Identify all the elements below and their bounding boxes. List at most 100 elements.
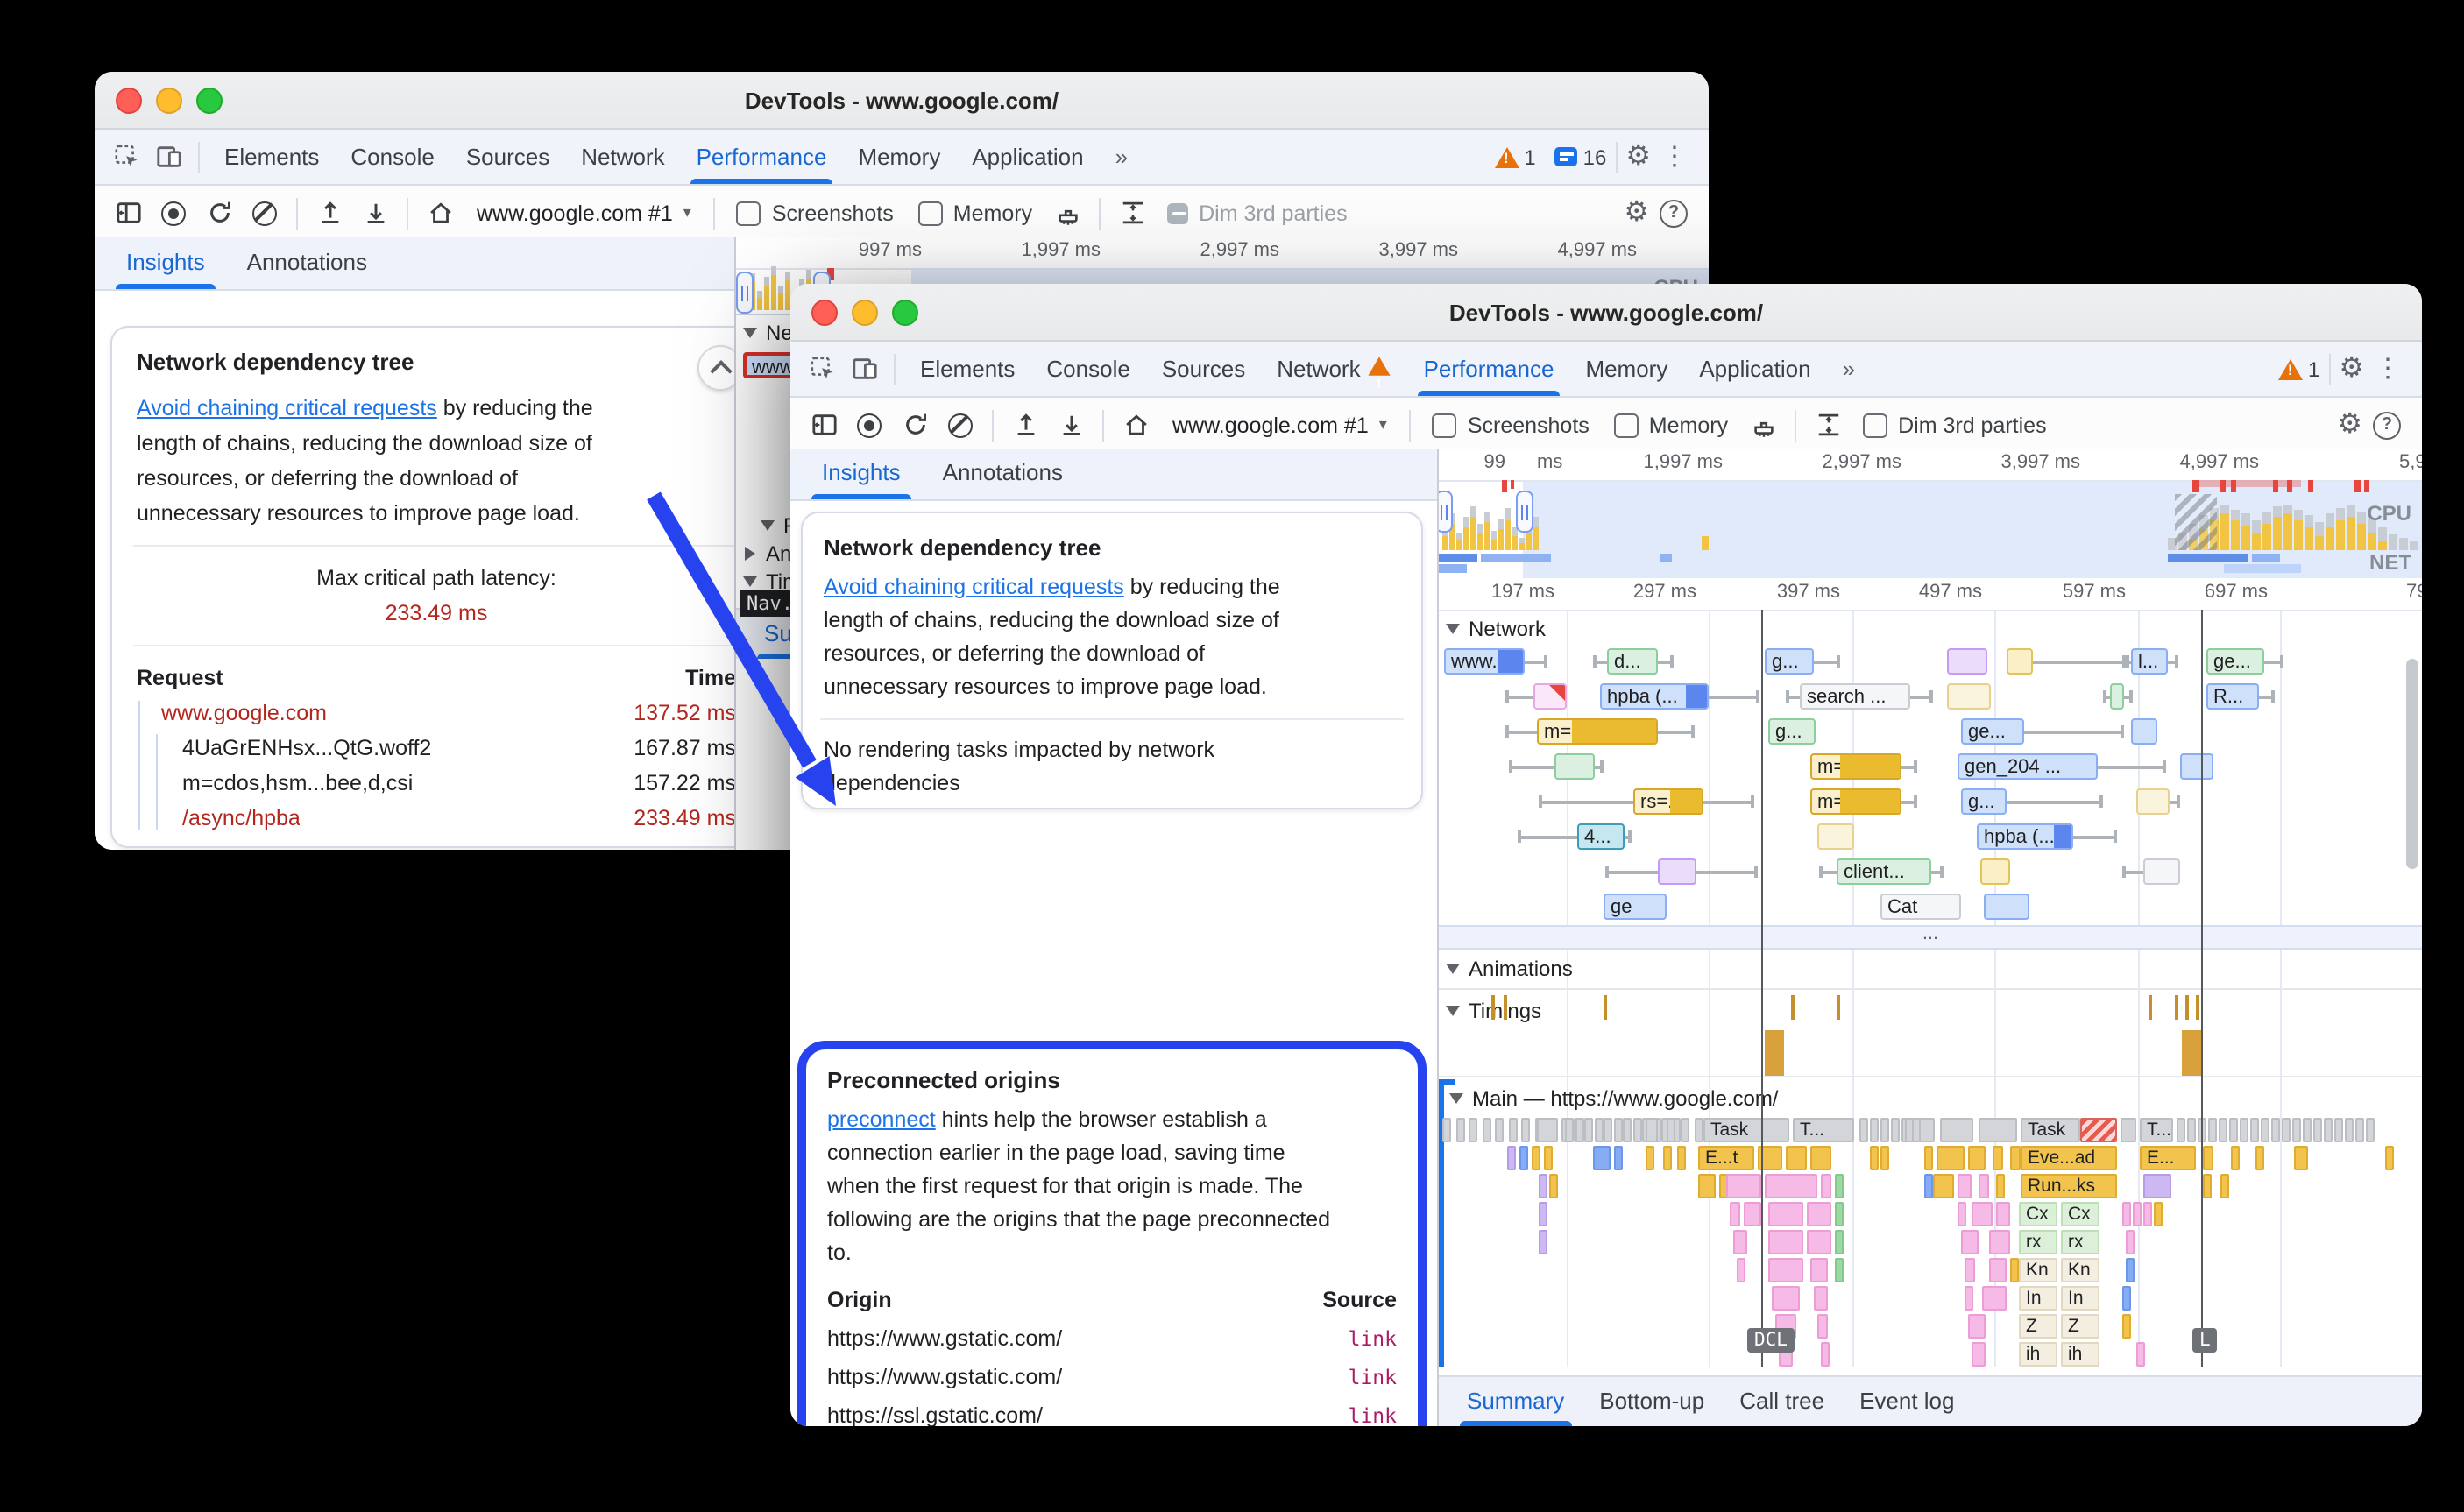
flame-segment[interactable] xyxy=(1807,1202,1831,1226)
network-request[interactable]: www.g... xyxy=(1444,648,1525,675)
dim-3rd-parties-checkbox[interactable]: Dim 3rd parties xyxy=(1863,413,2047,437)
flame-segment[interactable] xyxy=(1575,1118,1583,1142)
flame-segment[interactable] xyxy=(2219,1118,2227,1142)
flame-segment[interactable] xyxy=(1972,1342,1986,1367)
device-toolbar-icon[interactable] xyxy=(147,136,189,178)
network-request[interactable]: hpba (... xyxy=(1977,823,2073,850)
flame-segment[interactable] xyxy=(1508,1118,1517,1142)
flame-segment[interactable] xyxy=(1613,1118,1622,1142)
flame-segment[interactable] xyxy=(1733,1230,1747,1254)
flame-segment[interactable] xyxy=(1594,1118,1603,1142)
kebab-menu-icon[interactable]: ⋮ xyxy=(1651,144,1698,170)
flame-segment[interactable] xyxy=(2143,1174,2171,1198)
record-button[interactable] xyxy=(151,192,196,234)
titlebar[interactable]: DevTools - www.google.com/ xyxy=(790,284,2422,342)
record-button[interactable] xyxy=(846,404,892,446)
network-request[interactable] xyxy=(2131,718,2157,745)
flame-segment[interactable] xyxy=(1870,1118,1879,1142)
save-profile-button[interactable] xyxy=(352,192,398,234)
help-icon[interactable]: ? xyxy=(1660,199,1688,227)
flame-segment[interactable] xyxy=(1989,1258,2007,1282)
flame-segment[interactable] xyxy=(1972,1202,1993,1226)
network-request[interactable]: m=s... xyxy=(1810,753,1901,780)
flame-segment[interactable] xyxy=(1768,1230,1803,1254)
tab-performance[interactable]: Performance xyxy=(681,131,843,183)
flame-segment[interactable] xyxy=(1786,1146,1807,1170)
network-request[interactable]: ge xyxy=(1604,894,1667,920)
flame-segment[interactable] xyxy=(2187,1118,2196,1142)
flame-segment[interactable] xyxy=(2366,1118,2375,1142)
flame-segment[interactable]: Task xyxy=(1703,1118,1789,1142)
tab-memory[interactable]: Memory xyxy=(1569,343,1683,395)
network-request[interactable] xyxy=(1533,683,1567,710)
flame-segment[interactable] xyxy=(2313,1118,2322,1142)
main-track-header[interactable]: Main — https://www.google.com/ xyxy=(1449,1086,1779,1111)
animations-track-header[interactable]: Animations xyxy=(1446,957,1573,981)
flame-segment[interactable] xyxy=(2255,1146,2264,1170)
network-request[interactable] xyxy=(1817,823,1854,850)
reload-and-record-button[interactable] xyxy=(196,192,242,234)
flame-segment[interactable] xyxy=(2292,1118,2301,1142)
flame-segment[interactable] xyxy=(1979,1174,1989,1198)
table-row[interactable]: m=cdos,hsm...bee,d,csi157.22 ms xyxy=(161,766,736,801)
flame-segment[interactable] xyxy=(1667,1118,1675,1142)
minimize-button[interactable] xyxy=(852,300,878,326)
flame-segment[interactable] xyxy=(2126,1258,2135,1282)
bottom-tab-call-tree[interactable]: Call tree xyxy=(1722,1378,1842,1425)
flame-segment[interactable] xyxy=(1961,1230,1979,1254)
tab-performance[interactable]: Performance xyxy=(1408,343,1570,395)
flame-segment[interactable] xyxy=(2324,1118,2333,1142)
flame-segment[interactable] xyxy=(1996,1202,2010,1226)
screenshots-checkbox[interactable]: Screenshots xyxy=(737,201,894,225)
settings-gear-icon[interactable]: ⚙ xyxy=(2337,411,2362,439)
settings-gear-icon[interactable]: ⚙ xyxy=(2339,355,2364,383)
flame-segment[interactable] xyxy=(1937,1146,1965,1170)
network-request[interactable] xyxy=(2180,753,2213,780)
avoid-chaining-link[interactable]: Avoid chaining critical requests xyxy=(824,575,1124,599)
flame-segment[interactable] xyxy=(2122,1286,2131,1311)
flame-segment[interactable] xyxy=(2271,1118,2280,1142)
flame-segment[interactable] xyxy=(1924,1146,1933,1170)
flame-segment[interactable] xyxy=(2122,1314,2131,1339)
flame-segment[interactable] xyxy=(1549,1174,1558,1198)
close-button[interactable] xyxy=(116,88,142,114)
flame-segment[interactable]: Z xyxy=(2019,1314,2057,1339)
flame-segment[interactable] xyxy=(1919,1118,1935,1142)
flame-segment[interactable] xyxy=(1663,1146,1672,1170)
flame-segment[interactable] xyxy=(1539,1230,1547,1254)
flame-segment[interactable]: Run...ks xyxy=(2021,1174,2117,1198)
clear-recording-button[interactable] xyxy=(242,192,287,234)
flame-segment[interactable] xyxy=(1482,1118,1490,1142)
avoid-chaining-link[interactable]: Avoid chaining critical requests xyxy=(137,396,437,420)
flame-segment[interactable] xyxy=(1539,1174,1547,1198)
flame-segment[interactable] xyxy=(1859,1118,1868,1142)
minimap-drag-handle[interactable] xyxy=(1439,491,1453,533)
flame-segment[interactable] xyxy=(2010,1258,2019,1282)
flame-segment[interactable] xyxy=(2303,1118,2312,1142)
load-profile-button[interactable] xyxy=(1002,404,1048,446)
network-request[interactable]: g... xyxy=(1768,718,1816,745)
flame-segment[interactable] xyxy=(1442,1118,1451,1142)
table-row[interactable]: 4UaGrENHsx...QtG.woff2167.87 ms xyxy=(161,731,736,766)
table-row[interactable]: www.google.com137.52 ms xyxy=(161,696,736,731)
zoom-button[interactable] xyxy=(196,88,223,114)
live-metrics-button[interactable] xyxy=(417,192,463,234)
flame-segment[interactable] xyxy=(1835,1174,1844,1198)
flame-segment[interactable]: T... xyxy=(2140,1118,2173,1142)
memory-checkbox[interactable]: Memory xyxy=(1614,413,1728,437)
flame-segment[interactable] xyxy=(1982,1286,2007,1311)
flame-segment[interactable] xyxy=(1537,1118,1558,1142)
device-toolbar-icon[interactable] xyxy=(843,348,885,390)
network-request[interactable] xyxy=(1980,858,2010,885)
network-request[interactable]: l... xyxy=(2131,648,2168,675)
tab-elements[interactable]: Elements xyxy=(209,131,335,183)
tab-annotations[interactable]: Annotations xyxy=(233,238,381,289)
flame-segment[interactable] xyxy=(2136,1342,2145,1367)
flame-segment[interactable] xyxy=(1810,1258,1828,1282)
gc-button[interactable] xyxy=(1044,192,1090,234)
minimap[interactable]: 99ms1,997 ms2,997 ms3,997 ms4,997 ms5,9C… xyxy=(1439,449,2422,580)
live-metrics-button[interactable] xyxy=(1113,404,1158,446)
more-tabs-chevron[interactable]: » xyxy=(1100,131,1143,183)
flame-segment[interactable]: Kn xyxy=(2061,1258,2099,1282)
issues-icon[interactable] xyxy=(1555,147,1578,166)
